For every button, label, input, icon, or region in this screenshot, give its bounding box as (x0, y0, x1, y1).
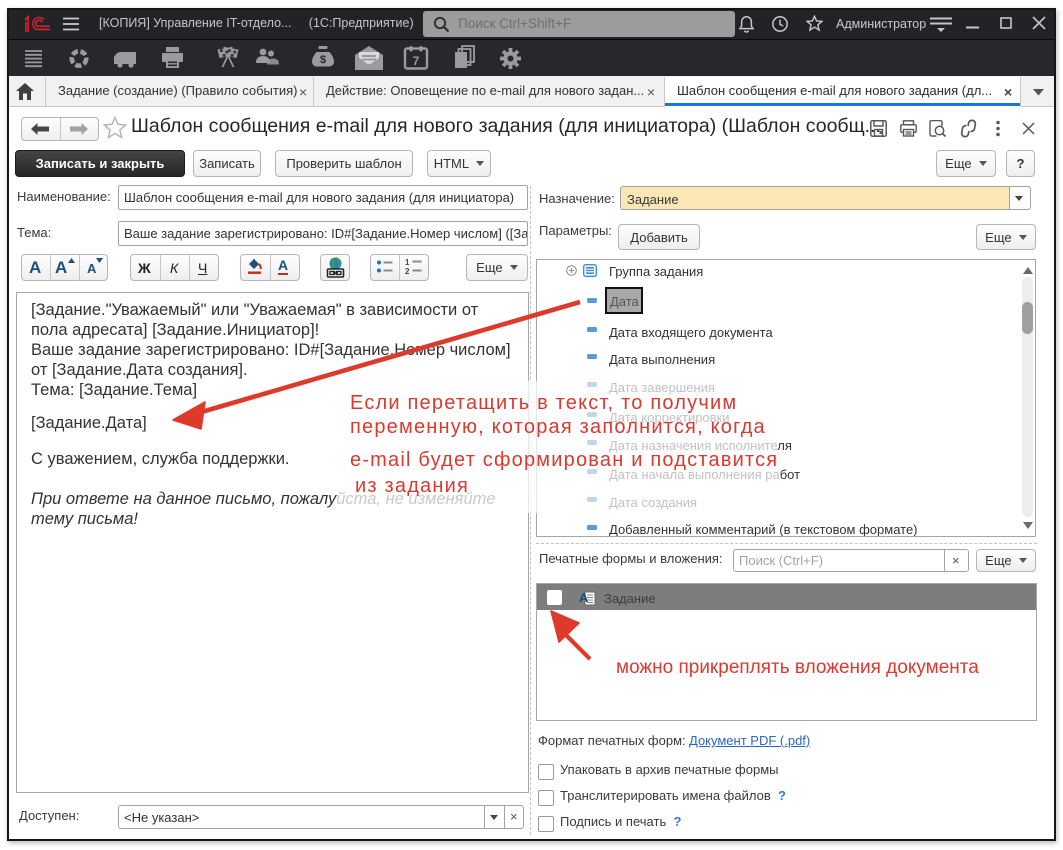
svg-text:А: А (579, 590, 589, 605)
svg-text:2: 2 (405, 267, 410, 275)
svg-text:$: $ (320, 54, 326, 66)
svg-text:7: 7 (413, 54, 420, 68)
svg-text:1: 1 (405, 258, 410, 267)
